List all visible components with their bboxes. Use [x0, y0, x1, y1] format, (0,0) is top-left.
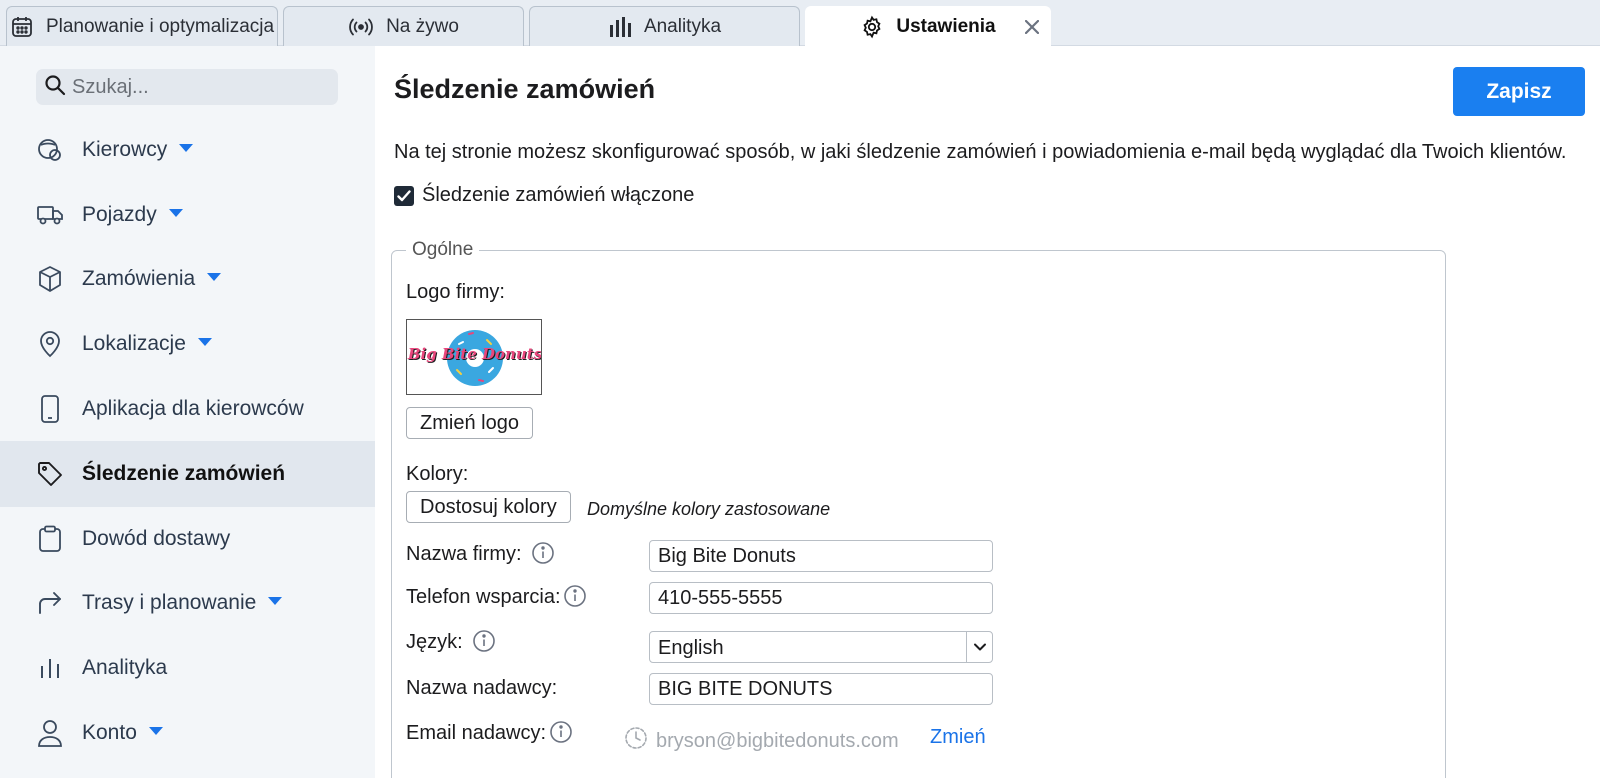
sidebar-item-analytics[interactable]: Analityka: [0, 635, 375, 701]
sidebar-item-label: Lokalizacje: [82, 332, 186, 355]
sender-name-input[interactable]: [649, 673, 993, 705]
language-select[interactable]: English: [649, 631, 993, 663]
tab-label: Ustawienia: [896, 16, 996, 37]
box-icon: [36, 265, 64, 293]
info-icon[interactable]: [563, 584, 587, 608]
checkbox-checked-icon[interactable]: [394, 185, 414, 206]
sidebar-item-vehicles[interactable]: Pojazdy: [0, 182, 375, 248]
search-box[interactable]: [36, 69, 338, 105]
sidebar-item-drivers[interactable]: Kierowcy: [0, 117, 375, 183]
truck-icon: [36, 201, 64, 229]
tracking-enabled-checkbox[interactable]: Śledzenie zamówień włączone: [394, 184, 694, 207]
sender-email-display: bryson@bigbitedonuts.com: [624, 726, 899, 756]
language-selected-value: English: [658, 637, 724, 659]
sender-email-value: bryson@bigbitedonuts.com: [656, 729, 899, 752]
logo-label: Logo firmy:: [406, 281, 505, 303]
sidebar-item-proof-of-delivery[interactable]: Dowód dostawy: [0, 506, 375, 572]
search-input[interactable]: [72, 75, 322, 99]
company-name-input[interactable]: [649, 540, 993, 572]
tab-label: Analityka: [643, 15, 722, 37]
broadcast-icon: [348, 16, 374, 38]
caret-down-icon: [207, 273, 222, 282]
sidebar-item-locations[interactable]: Lokalizacje: [0, 311, 375, 377]
caret-down-icon: [268, 597, 283, 606]
caret-down-icon: [197, 338, 212, 347]
tab-planning[interactable]: Planowanie i optymalizacja: [6, 6, 278, 46]
info-icon[interactable]: [472, 629, 496, 653]
support-phone-label: Telefon wsparcia:: [406, 586, 561, 608]
sidebar-item-routes[interactable]: Trasy i planowanie: [0, 570, 375, 636]
customize-colors-button[interactable]: Dostosuj kolory: [406, 491, 571, 523]
tab-analytics[interactable]: Analityka: [529, 6, 800, 46]
company-name-label: Nazwa firmy:: [406, 543, 522, 565]
calendar-icon: [10, 15, 34, 39]
caret-down-icon: [168, 209, 183, 218]
info-icon[interactable]: [531, 541, 555, 565]
page-description: Na tej stronie możesz skonfigurować spos…: [394, 141, 1567, 163]
tab-label: Na żywo: [386, 15, 459, 37]
sidebar-item-order-tracking[interactable]: Śledzenie zamówień: [0, 441, 375, 507]
search-icon: [44, 74, 66, 101]
clipboard-icon: [36, 525, 64, 553]
sidebar-item-label: Zamówienia: [82, 267, 196, 290]
logo-text: Big Bite Donuts: [407, 345, 542, 363]
language-label: Język:: [406, 631, 463, 653]
sidebar-item-label: Analityka: [82, 656, 168, 679]
save-button[interactable]: Zapisz: [1453, 67, 1585, 116]
colors-label: Kolory:: [406, 463, 469, 485]
user-icon: [36, 719, 64, 747]
gear-icon: [860, 15, 884, 39]
change-logo-button[interactable]: Zmień logo: [406, 407, 533, 439]
sidebar-item-label: Śledzenie zamówień: [82, 462, 286, 485]
page-title: Śledzenie zamówień: [394, 74, 656, 104]
sidebar-item-label: Aplikacja dla kierowców: [82, 397, 304, 420]
tag-icon: [36, 460, 64, 488]
sender-email-label: Email nadawcy:: [406, 722, 547, 744]
sidebar-item-label: Konto: [82, 721, 137, 744]
sender-name-label: Nazwa nadawcy:: [406, 677, 558, 699]
sidebar-item-label: Pojazdy: [82, 203, 157, 226]
tracking-enabled-label: Śledzenie zamówień włączone: [422, 184, 695, 206]
colors-note: Domyślne kolory zastosowane: [587, 499, 831, 519]
sidebar-item-label: Kierowcy: [82, 138, 168, 161]
caret-down-icon: [179, 144, 194, 153]
route-arrow-icon: [36, 589, 64, 617]
support-phone-input[interactable]: [649, 582, 993, 614]
tab-bar: Planowanie i optymalizacja Na żywo Anali…: [0, 0, 1600, 47]
sidebar-item-account[interactable]: Konto: [0, 700, 375, 766]
caret-down-icon: [148, 727, 163, 736]
chevron-down-icon: [973, 640, 987, 659]
main-content: Śledzenie zamówień Zapisz Na tej stronie…: [375, 46, 1600, 778]
sidebar-item-orders[interactable]: Zamówienia: [0, 246, 375, 312]
tab-label: Planowanie i optymalizacja: [45, 15, 275, 37]
driver-icon: [36, 136, 64, 164]
tab-live[interactable]: Na żywo: [283, 6, 524, 46]
pending-clock-icon: [624, 726, 648, 756]
sidebar-item-driver-app[interactable]: Aplikacja dla kierowców: [0, 376, 375, 442]
general-section: Ogólne Logo firmy: Big Bite Donuts Zmień…: [391, 239, 1446, 778]
info-icon[interactable]: [549, 720, 573, 744]
bar-chart-icon: [608, 16, 632, 38]
section-legend: Ogólne: [406, 239, 480, 261]
close-icon[interactable]: [1022, 17, 1042, 37]
company-logo: Big Bite Donuts: [406, 319, 542, 395]
map-pin-icon: [36, 330, 64, 358]
change-email-link[interactable]: Zmień: [930, 726, 986, 749]
sidebar-item-label: Trasy i planowanie: [82, 591, 257, 614]
sidebar: Kierowcy Pojazdy Zamówienia Lokalizacje: [0, 46, 375, 778]
sidebar-item-label: Dowód dostawy: [82, 527, 231, 550]
analytics-icon: [36, 654, 64, 682]
tab-settings[interactable]: Ustawienia: [805, 6, 1051, 47]
phone-icon: [36, 395, 64, 423]
